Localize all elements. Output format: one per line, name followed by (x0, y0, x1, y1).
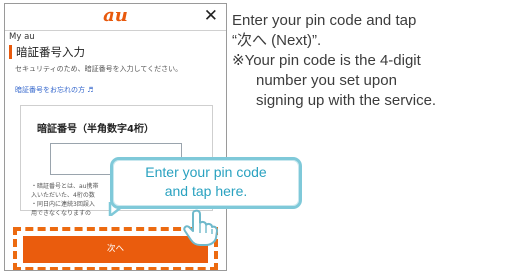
pin-code-note: ※ Your pin code is the 4-digit (232, 51, 513, 71)
note-line-3: signing up with the service. (256, 92, 437, 109)
instruction-line-2: “次へ (Next)”. (232, 32, 322, 49)
au-logo: au (103, 5, 128, 26)
close-icon[interactable]: ✕ (204, 6, 218, 26)
note-mark: ※ (232, 52, 245, 69)
hand-pointer-icon (183, 209, 218, 246)
callout-line-1: Enter your pin code (145, 164, 267, 180)
pin-note-line: 用できなくなりますの (31, 210, 92, 217)
forgot-pin-link[interactable]: 暗証番号をお忘れの方 ♬ (15, 85, 94, 95)
note-line-2: number you set upon (256, 72, 397, 89)
top-bar: au ✕ (5, 4, 226, 31)
instruction-callout: Enter your pin code and tap here. (110, 157, 302, 209)
security-message: セキュリティのため、暗証番号を入力してください。 (15, 65, 183, 73)
instruction-line-1: Enter your pin code and tap (232, 12, 417, 29)
page-title: 暗証番号入力 (9, 45, 85, 59)
note-line-1: Your pin code is the 4-digit (244, 52, 421, 69)
instruction-text: Enter your pin code and tap “次へ (Next)”.… (232, 11, 513, 111)
pin-field-label: 暗証番号（半角数字4桁） (37, 124, 154, 135)
callout-line-2: and tap here. (164, 183, 248, 199)
breadcrumb: My au (9, 32, 35, 42)
